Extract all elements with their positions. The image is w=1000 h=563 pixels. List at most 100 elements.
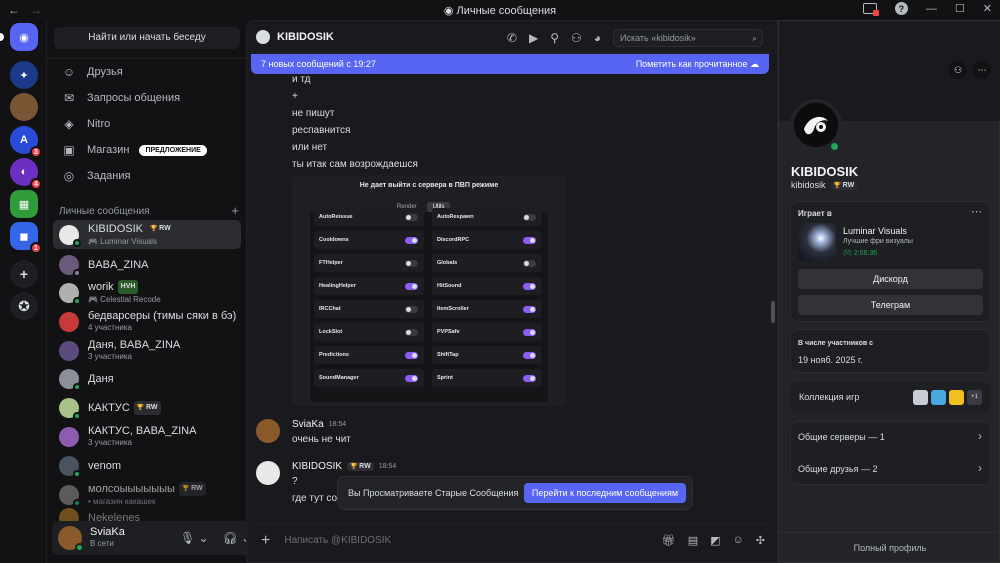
gift-icon[interactable]: 🎁︎ xyxy=(662,534,676,547)
offer-badge: ПРЕДЛОЖЕНИЕ xyxy=(139,144,207,156)
nav-nitro[interactable]: ◈ Nitro xyxy=(55,112,241,136)
shop-icon: ▣ xyxy=(63,143,75,157)
server-icon[interactable] xyxy=(10,93,38,121)
scrollbar-thumb[interactable] xyxy=(771,301,775,323)
jump-to-present-button[interactable]: Перейти к последним сообщениям xyxy=(523,483,686,503)
window-title: ◉ Личные сообщения xyxy=(443,5,557,17)
game-thumb-icon xyxy=(949,389,964,405)
game-thumb-icon xyxy=(913,389,928,405)
full-profile-button[interactable]: Полный профиль xyxy=(779,532,1000,562)
display-notification-icon[interactable] xyxy=(862,3,879,16)
apps-icon[interactable]: ✣ xyxy=(756,534,765,547)
sticker-icon[interactable]: ◩ xyxy=(710,534,720,547)
server-icon[interactable]: ◐ 4 xyxy=(10,158,42,190)
dm-item[interactable]: молсоыыыыыыыRW• магазин какашек xyxy=(53,480,241,509)
dm-item[interactable]: бедварсеры (тимы сяки в бэ) 4 участника xyxy=(53,307,241,336)
toggle-option: ItemScroller xyxy=(432,300,542,318)
mutual-friends-row[interactable]: Общие друзья — 2 xyxy=(798,464,877,474)
toggle-switch xyxy=(405,352,418,359)
toggle-switch xyxy=(523,306,536,313)
toggle-option: FTHelper xyxy=(314,254,424,272)
toggle-option: DiscordRPC xyxy=(432,231,542,249)
divider xyxy=(47,58,247,59)
toggle-switch xyxy=(405,214,418,221)
message-line: не пишут xyxy=(292,108,335,119)
search-icon: ⌕ xyxy=(751,32,757,43)
mutual-servers-row[interactable]: Общие серверы — 1 xyxy=(798,432,885,442)
voice-call-icon[interactable]: ✆ xyxy=(507,31,517,45)
toggle-option: Sprint xyxy=(432,369,542,387)
mark-read-icon: ☁ xyxy=(750,58,759,69)
message-composer[interactable]: + Написать @KIBIDOSIK 🎁︎ ▤ ◩ ☺ ✣ xyxy=(251,524,773,556)
toggle-switch xyxy=(523,237,536,244)
group-avatar xyxy=(59,311,79,332)
microphone-icon[interactable]: 🎙︎ ⌄ xyxy=(180,531,209,545)
member-since-card: В числе участников с 19 нояб. 2025 г. xyxy=(790,329,991,373)
dm-item[interactable]: venom xyxy=(53,451,241,480)
dm-item[interactable]: Даня, BABA_ZINA 3 участника xyxy=(53,336,241,365)
upload-plus-icon[interactable]: + xyxy=(261,532,270,550)
activity-more-icon[interactable]: ⋯ xyxy=(971,205,982,218)
avatar xyxy=(59,254,81,277)
nav-shop[interactable]: ▣ Магазин ПРЕДЛОЖЕНИЕ xyxy=(55,138,241,162)
maximize-button[interactable]: ☐ xyxy=(955,2,965,15)
dm-item[interactable]: Даня xyxy=(53,364,241,393)
close-button[interactable]: ✕ xyxy=(983,2,992,15)
chevron-right-icon: › xyxy=(978,429,982,443)
server-icon[interactable]: ✦ xyxy=(10,61,38,89)
user-avatar[interactable] xyxy=(58,526,84,552)
game-collection-row[interactable]: Коллекция игр +1 xyxy=(790,382,991,412)
user-profile-icon[interactable]: ◕ xyxy=(594,31,601,45)
avatar xyxy=(59,224,81,247)
dm-item[interactable]: KIBIDOSIKRW🎮 Luminar Visuals xyxy=(53,220,241,249)
toggle-option: IRCChat xyxy=(314,300,424,318)
online-status-icon xyxy=(828,140,841,153)
add-friends-icon[interactable]: ⚇ xyxy=(571,31,582,45)
emoji-icon[interactable]: ☺ xyxy=(733,534,744,547)
avatar xyxy=(59,282,81,305)
minimize-button[interactable]: — xyxy=(926,3,937,15)
mutuals-card: Общие серверы — 1 › Общие друзья — 2 › xyxy=(790,421,991,485)
toggle-switch xyxy=(405,329,418,336)
dm-item[interactable]: worik HVH 🎮 Celestial Recode xyxy=(53,278,241,307)
search-input[interactable]: Искать «kibidosik» ⌕ xyxy=(613,29,763,47)
discord-logo-icon: ◉ xyxy=(443,5,457,17)
profile-panel: ⚇ ⋯ KIBIDOSIK kibidosikRW Играет в ⋯ Lum… xyxy=(778,20,1000,563)
chat-avatar xyxy=(256,29,270,44)
help-icon[interactable]: ? xyxy=(894,2,908,15)
discover-compass-icon[interactable]: ✪ xyxy=(10,292,38,320)
find-conversation-button[interactable]: Найти или начать беседу xyxy=(54,27,240,49)
server-icon[interactable]: A3 xyxy=(10,126,42,158)
toggle-option: SoundManager xyxy=(314,369,424,387)
gif-icon[interactable]: ▤ xyxy=(688,534,698,547)
add-server-button[interactable]: + xyxy=(10,260,38,288)
selected-indicator xyxy=(0,33,4,41)
discord-link-button[interactable]: Дискорд xyxy=(798,269,983,289)
author-avatar[interactable] xyxy=(256,461,280,485)
create-dm-plus-icon[interactable]: + xyxy=(231,203,239,218)
avatar xyxy=(59,455,81,478)
dm-item[interactable]: КАКТУС, BABA_ZINA 3 участника xyxy=(53,422,241,451)
server-rail: ◉ ✦ A3 ◐ 4 ▦ ◼ 1 + ✪ xyxy=(0,20,46,563)
group-avatar xyxy=(59,340,79,361)
nav-friends[interactable]: ☺ Друзья xyxy=(55,60,241,84)
pin-icon[interactable]: ⚲ xyxy=(550,31,559,45)
image-attachment[interactable]: Не дает выйти с сервера в ПВП режиме Ren… xyxy=(292,176,566,406)
dm-item[interactable]: КАКТУСRW xyxy=(53,393,241,422)
video-call-icon[interactable]: ▶ xyxy=(529,31,538,45)
server-icon[interactable]: ◼ 1 xyxy=(10,222,42,254)
dm-item[interactable]: BABA_ZINA xyxy=(53,250,241,279)
more-options-icon[interactable]: ⋯ xyxy=(973,61,991,79)
nav-message-requests[interactable]: ✉ Запросы общения xyxy=(55,86,241,110)
home-button[interactable]: ◉ xyxy=(0,23,38,51)
server-icon[interactable]: ▦ xyxy=(10,190,38,218)
toggle-option: AutoReissue xyxy=(314,208,424,226)
author-avatar[interactable] xyxy=(256,419,280,443)
quests-icon: ◎ xyxy=(63,169,75,183)
toggle-switch xyxy=(405,375,418,382)
telegram-link-button[interactable]: Телеграм xyxy=(798,295,983,315)
game-icon xyxy=(798,223,836,261)
nav-quests[interactable]: ◎ Задания xyxy=(55,164,241,188)
add-friend-icon[interactable]: ⚇ xyxy=(949,61,967,79)
new-messages-bar[interactable]: 7 новых сообщений с 19:27 Пометить как п… xyxy=(251,54,769,74)
